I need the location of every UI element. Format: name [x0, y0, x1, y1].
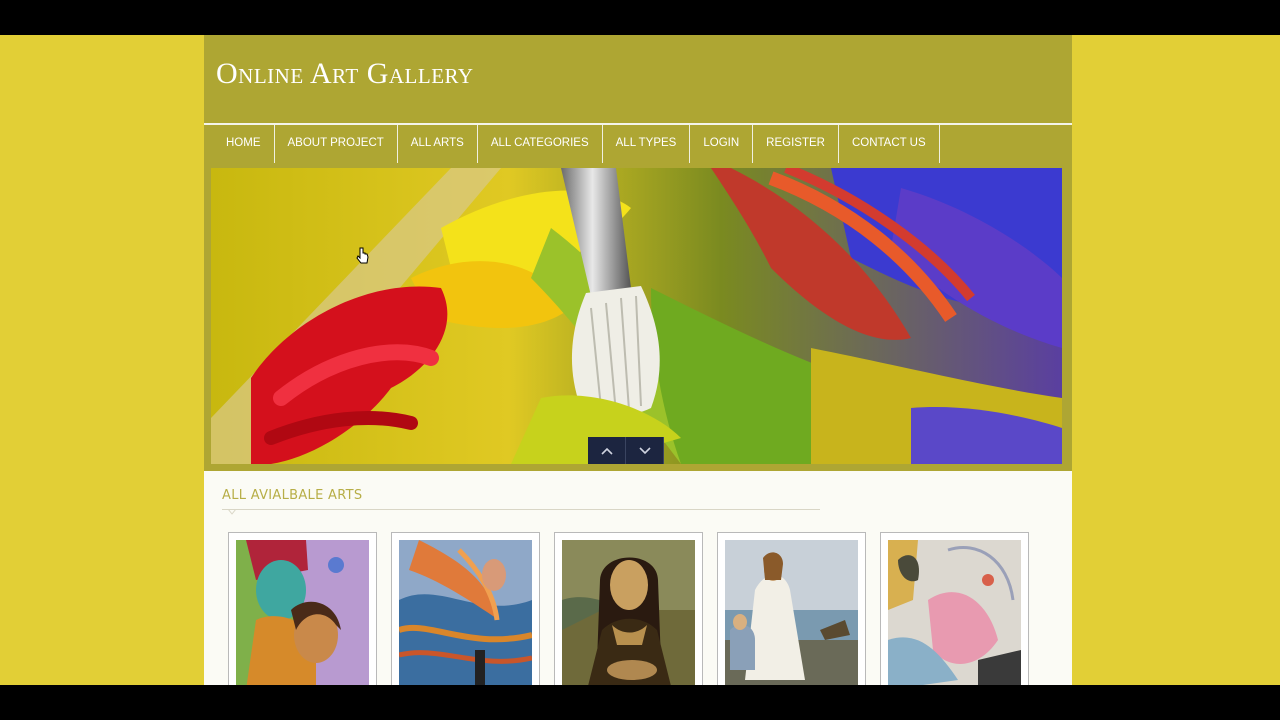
- nav-item-about-project[interactable]: ABOUT PROJECT: [275, 125, 398, 163]
- browser-viewport: Online Art Gallery HOME ABOUT PROJECT AL…: [0, 35, 1280, 685]
- chevron-down-icon: [638, 446, 651, 454]
- nav-item-all-arts[interactable]: ALL ARTS: [398, 125, 478, 163]
- chevron-up-icon: [600, 447, 613, 455]
- art-thumbnail[interactable]: [236, 540, 369, 685]
- art-thumbnail[interactable]: [725, 540, 858, 685]
- page-container: Online Art Gallery HOME ABOUT PROJECT AL…: [204, 35, 1072, 685]
- nav-item-login[interactable]: LOGIN: [690, 125, 754, 163]
- main-navigation: HOME ABOUT PROJECT ALL ARTS ALL CATEGORI…: [204, 125, 1072, 163]
- slider-prev-button[interactable]: [588, 437, 626, 464]
- site-title[interactable]: Online Art Gallery: [216, 57, 474, 91]
- art-card-1[interactable]: [228, 532, 377, 685]
- art-thumbnail[interactable]: [399, 540, 532, 685]
- hero-slider: [204, 163, 1072, 471]
- art-card-4[interactable]: [717, 532, 866, 685]
- slider-controls: [588, 437, 664, 464]
- art-thumbnail[interactable]: [888, 540, 1021, 685]
- nav-item-home[interactable]: HOME: [213, 125, 275, 163]
- section-divider: [222, 509, 820, 510]
- art-thumbnail[interactable]: [562, 540, 695, 685]
- nav-item-register[interactable]: REGISTER: [753, 125, 839, 163]
- site-header: Online Art Gallery: [204, 35, 1072, 125]
- hero-image: [211, 168, 1062, 464]
- art-card-5[interactable]: [880, 532, 1029, 685]
- divider-notch-icon: [228, 509, 236, 515]
- section-title: ALL AVIALBALE ARTS: [222, 488, 363, 503]
- nav-item-contact-us[interactable]: CONTACT US: [839, 125, 940, 163]
- nav-item-all-types[interactable]: ALL TYPES: [603, 125, 691, 163]
- slider-next-button[interactable]: [626, 437, 664, 464]
- nav-item-all-categories[interactable]: ALL CATEGORIES: [478, 125, 603, 163]
- art-card-3[interactable]: [554, 532, 703, 685]
- art-gallery-grid: [228, 532, 1048, 685]
- art-card-2[interactable]: [391, 532, 540, 685]
